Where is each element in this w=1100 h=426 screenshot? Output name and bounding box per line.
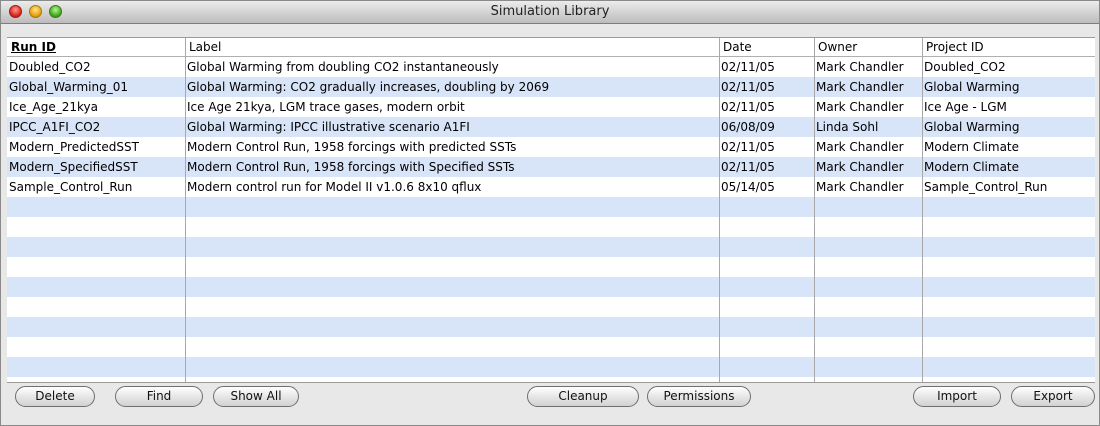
row-stripe [7, 197, 1095, 217]
date-cell: 05/14/05 [721, 180, 775, 194]
run-id-cell: Sample_Control_Run [9, 180, 133, 194]
project-id-cell: Doubled_CO2 [924, 60, 1006, 74]
owner-cell: Mark Chandler [816, 100, 904, 114]
project-id-cell: Modern Climate [924, 160, 1020, 174]
date-cell: 02/11/05 [721, 160, 775, 174]
run-id-cell: IPCC_A1FI_CO2 [9, 120, 101, 134]
run-id-cell: Modern_SpecifiedSST [9, 160, 138, 174]
owner-cell: Mark Chandler [816, 180, 904, 194]
column-header-run-id[interactable]: Run ID [7, 38, 185, 56]
table-header: Run ID Label Date Owner Project ID [7, 38, 1095, 57]
export-button[interactable]: Export [1011, 386, 1095, 407]
label-cell: Modern Control Run, 1958 forcings with S… [187, 160, 515, 174]
find-button[interactable]: Find [115, 386, 203, 407]
owner-cell: Mark Chandler [816, 80, 904, 94]
run-id-cell: Doubled_CO2 [9, 60, 91, 74]
table-row[interactable]: Modern_SpecifiedSST Modern Control Run, 1… [7, 157, 1095, 177]
permissions-button[interactable]: Permissions [647, 386, 751, 407]
row-stripe [7, 357, 1095, 377]
owner-cell: Mark Chandler [816, 160, 904, 174]
table-body: Doubled_CO2 Global Warming from doubling … [7, 57, 1095, 382]
label-cell: Global Warming: CO2 gradually increases,… [187, 80, 550, 94]
date-cell: 02/11/05 [721, 140, 775, 154]
row-stripe [7, 277, 1095, 297]
label-cell: Ice Age 21kya, LGM trace gases, modern o… [187, 100, 465, 114]
column-divider [719, 38, 720, 382]
import-button[interactable]: Import [913, 386, 1001, 407]
row-stripe [7, 237, 1095, 257]
simulation-library-window: Simulation Library Run ID Label Date Own… [0, 0, 1100, 426]
column-divider [814, 38, 815, 382]
column-header-label[interactable]: Label [185, 38, 719, 56]
table-row[interactable]: Sample_Control_Run Modern control run for… [7, 177, 1095, 197]
date-cell: 02/11/05 [721, 80, 775, 94]
label-cell: Global Warming from doubling CO2 instant… [187, 60, 499, 74]
date-cell: 02/11/05 [721, 60, 775, 74]
window-title: Simulation Library [490, 4, 610, 19]
table-row[interactable]: Ice_Age_21kya Ice Age 21kya, LGM trace ga… [7, 97, 1095, 117]
row-stripe [7, 317, 1095, 337]
table-row[interactable]: IPCC_A1FI_CO2 Global Warming: IPCC illust… [7, 117, 1095, 137]
run-id-cell: Modern_PredictedSST [9, 140, 139, 154]
owner-cell: Mark Chandler [816, 60, 904, 74]
project-id-cell: Global Warming [924, 120, 1020, 134]
run-id-cell: Ice_Age_21kya [9, 100, 98, 114]
owner-cell: Mark Chandler [816, 140, 904, 154]
project-id-cell: Ice Age - LGM [924, 100, 1007, 114]
delete-button[interactable]: Delete [15, 386, 95, 407]
project-id-cell: Modern Climate [924, 140, 1020, 154]
project-id-cell: Global Warming [924, 80, 1020, 94]
run-id-cell: Global_Warming_01 [9, 80, 128, 94]
column-header-date[interactable]: Date [719, 38, 814, 56]
cleanup-button[interactable]: Cleanup [527, 386, 639, 407]
table-row[interactable]: Doubled_CO2 Global Warming from doubling … [7, 57, 1095, 77]
date-cell: 06/08/09 [721, 120, 775, 134]
label-cell: Modern control run for Model II v1.0.6 8… [187, 180, 482, 194]
project-id-cell: Sample_Control_Run [924, 180, 1048, 194]
column-divider [922, 38, 923, 382]
show-all-button[interactable]: Show All [213, 386, 299, 407]
table-row[interactable]: Modern_PredictedSST Modern Control Run, 1… [7, 137, 1095, 157]
label-cell: Modern Control Run, 1958 forcings with p… [187, 140, 517, 154]
column-header-project-id[interactable]: Project ID [922, 38, 1095, 56]
label-cell: Global Warming: IPCC illustrative scenar… [187, 120, 470, 134]
simulation-table[interactable]: Run ID Label Date Owner Project ID Doubl… [7, 37, 1095, 383]
owner-cell: Linda Sohl [816, 120, 879, 134]
date-cell: 02/11/05 [721, 100, 775, 114]
title-bar[interactable]: Simulation Library [1, 1, 1099, 24]
column-header-owner[interactable]: Owner [814, 38, 922, 56]
table-row[interactable]: Global_Warming_01 Global Warming: CO2 gra… [7, 77, 1095, 97]
column-divider [185, 38, 186, 382]
